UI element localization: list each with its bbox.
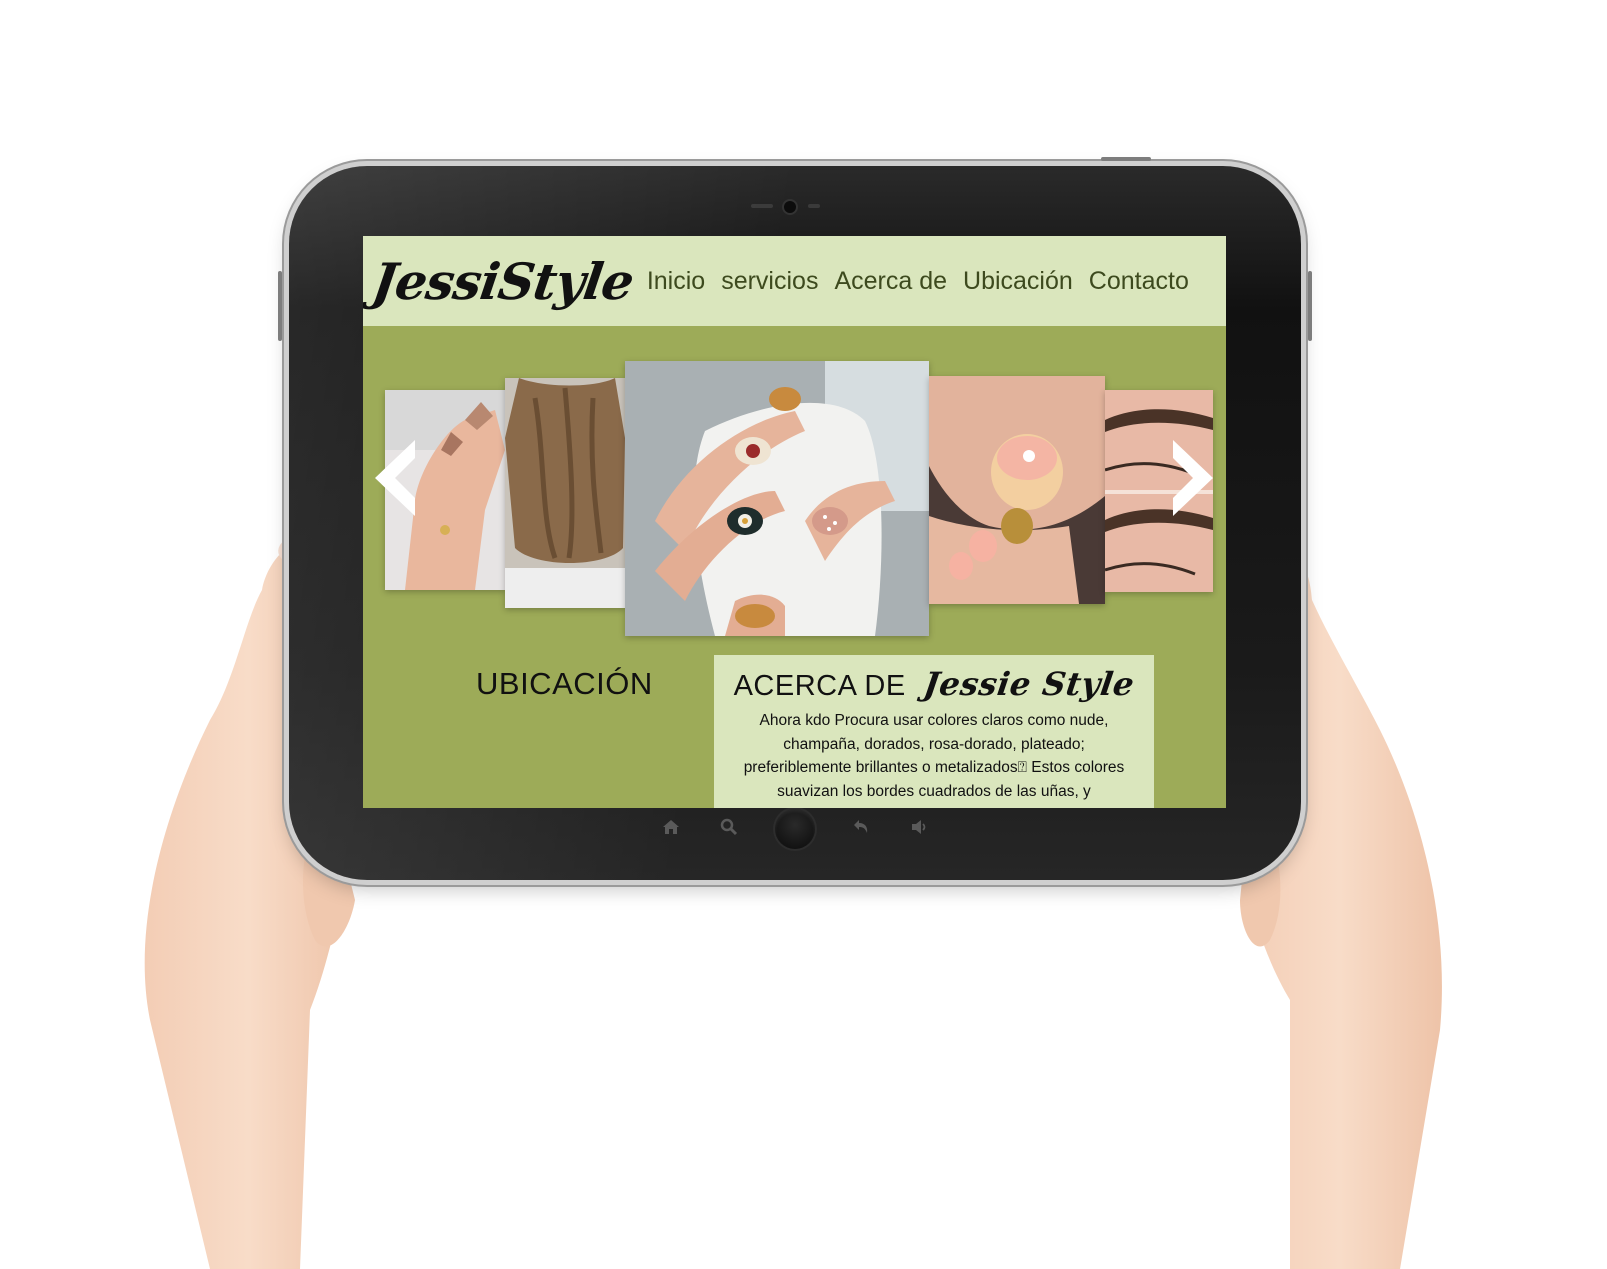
about-heading-label: ACERCA DE bbox=[733, 670, 906, 702]
nav-contacto[interactable]: Contacto bbox=[1089, 267, 1189, 296]
volume-button-right bbox=[1308, 271, 1312, 341]
floral-nail-art-photo[interactable] bbox=[625, 361, 929, 636]
chevron-right-icon[interactable] bbox=[1167, 436, 1219, 520]
tablet-screen: JessiStyle Inicio servicios Acerca de Ub… bbox=[363, 236, 1226, 808]
about-paragraph: Ahora kdo Procura usar colores claros co… bbox=[743, 712, 1125, 800]
about-heading: ACERCA DE Jessie Style bbox=[714, 665, 1154, 703]
volume-icon[interactable] bbox=[907, 817, 931, 842]
volume-button-left bbox=[278, 271, 282, 341]
home-button[interactable] bbox=[775, 809, 815, 849]
speaker-grille bbox=[751, 204, 773, 208]
power-button bbox=[1101, 157, 1151, 161]
nav-inicio[interactable]: Inicio bbox=[647, 267, 705, 296]
sensor bbox=[808, 204, 820, 208]
chevron-left-icon[interactable] bbox=[369, 436, 421, 520]
main-nav: Inicio servicios Acerca de Ubicación Con… bbox=[647, 267, 1189, 296]
site-header: JessiStyle Inicio servicios Acerca de Ub… bbox=[363, 236, 1226, 326]
nav-ubicacion[interactable]: Ubicación bbox=[963, 267, 1073, 296]
home-icon[interactable] bbox=[659, 817, 683, 842]
ubicacion-heading: UBICACIÓN bbox=[476, 666, 653, 701]
camera-icon bbox=[784, 201, 796, 213]
back-icon[interactable] bbox=[849, 817, 873, 842]
about-brand: Jessie Style bbox=[921, 665, 1138, 703]
search-icon[interactable] bbox=[717, 817, 741, 842]
about-section: ACERCA DE Jessie Style Ahora kdo Procura… bbox=[714, 655, 1154, 808]
site-logo[interactable]: JessiStyle bbox=[369, 252, 637, 311]
pedicure-photo[interactable] bbox=[929, 376, 1105, 604]
device-controls bbox=[289, 804, 1301, 854]
nav-servicios[interactable]: servicios bbox=[721, 267, 818, 296]
long-hair-photo[interactable] bbox=[505, 378, 625, 608]
nav-acerca-de[interactable]: Acerca de bbox=[834, 267, 947, 296]
